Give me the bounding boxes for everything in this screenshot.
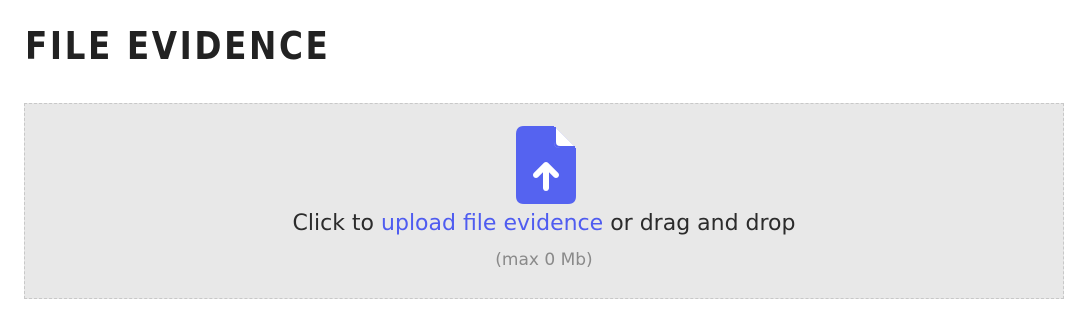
file-upload-icon[interactable]: [516, 126, 576, 204]
upload-instruction: Click to upload file evidence or drag an…: [25, 209, 1063, 239]
upload-file-link[interactable]: upload file evidence: [381, 211, 603, 236]
file-size-limit: (max 0 Mb): [495, 250, 593, 270]
section-title: FILE EVIDENCE: [25, 24, 331, 68]
file-dropzone[interactable]: Click to upload file evidence or drag an…: [24, 103, 1064, 299]
instruction-prefix: Click to: [292, 211, 375, 236]
instruction-suffix: or drag and drop: [610, 211, 796, 236]
